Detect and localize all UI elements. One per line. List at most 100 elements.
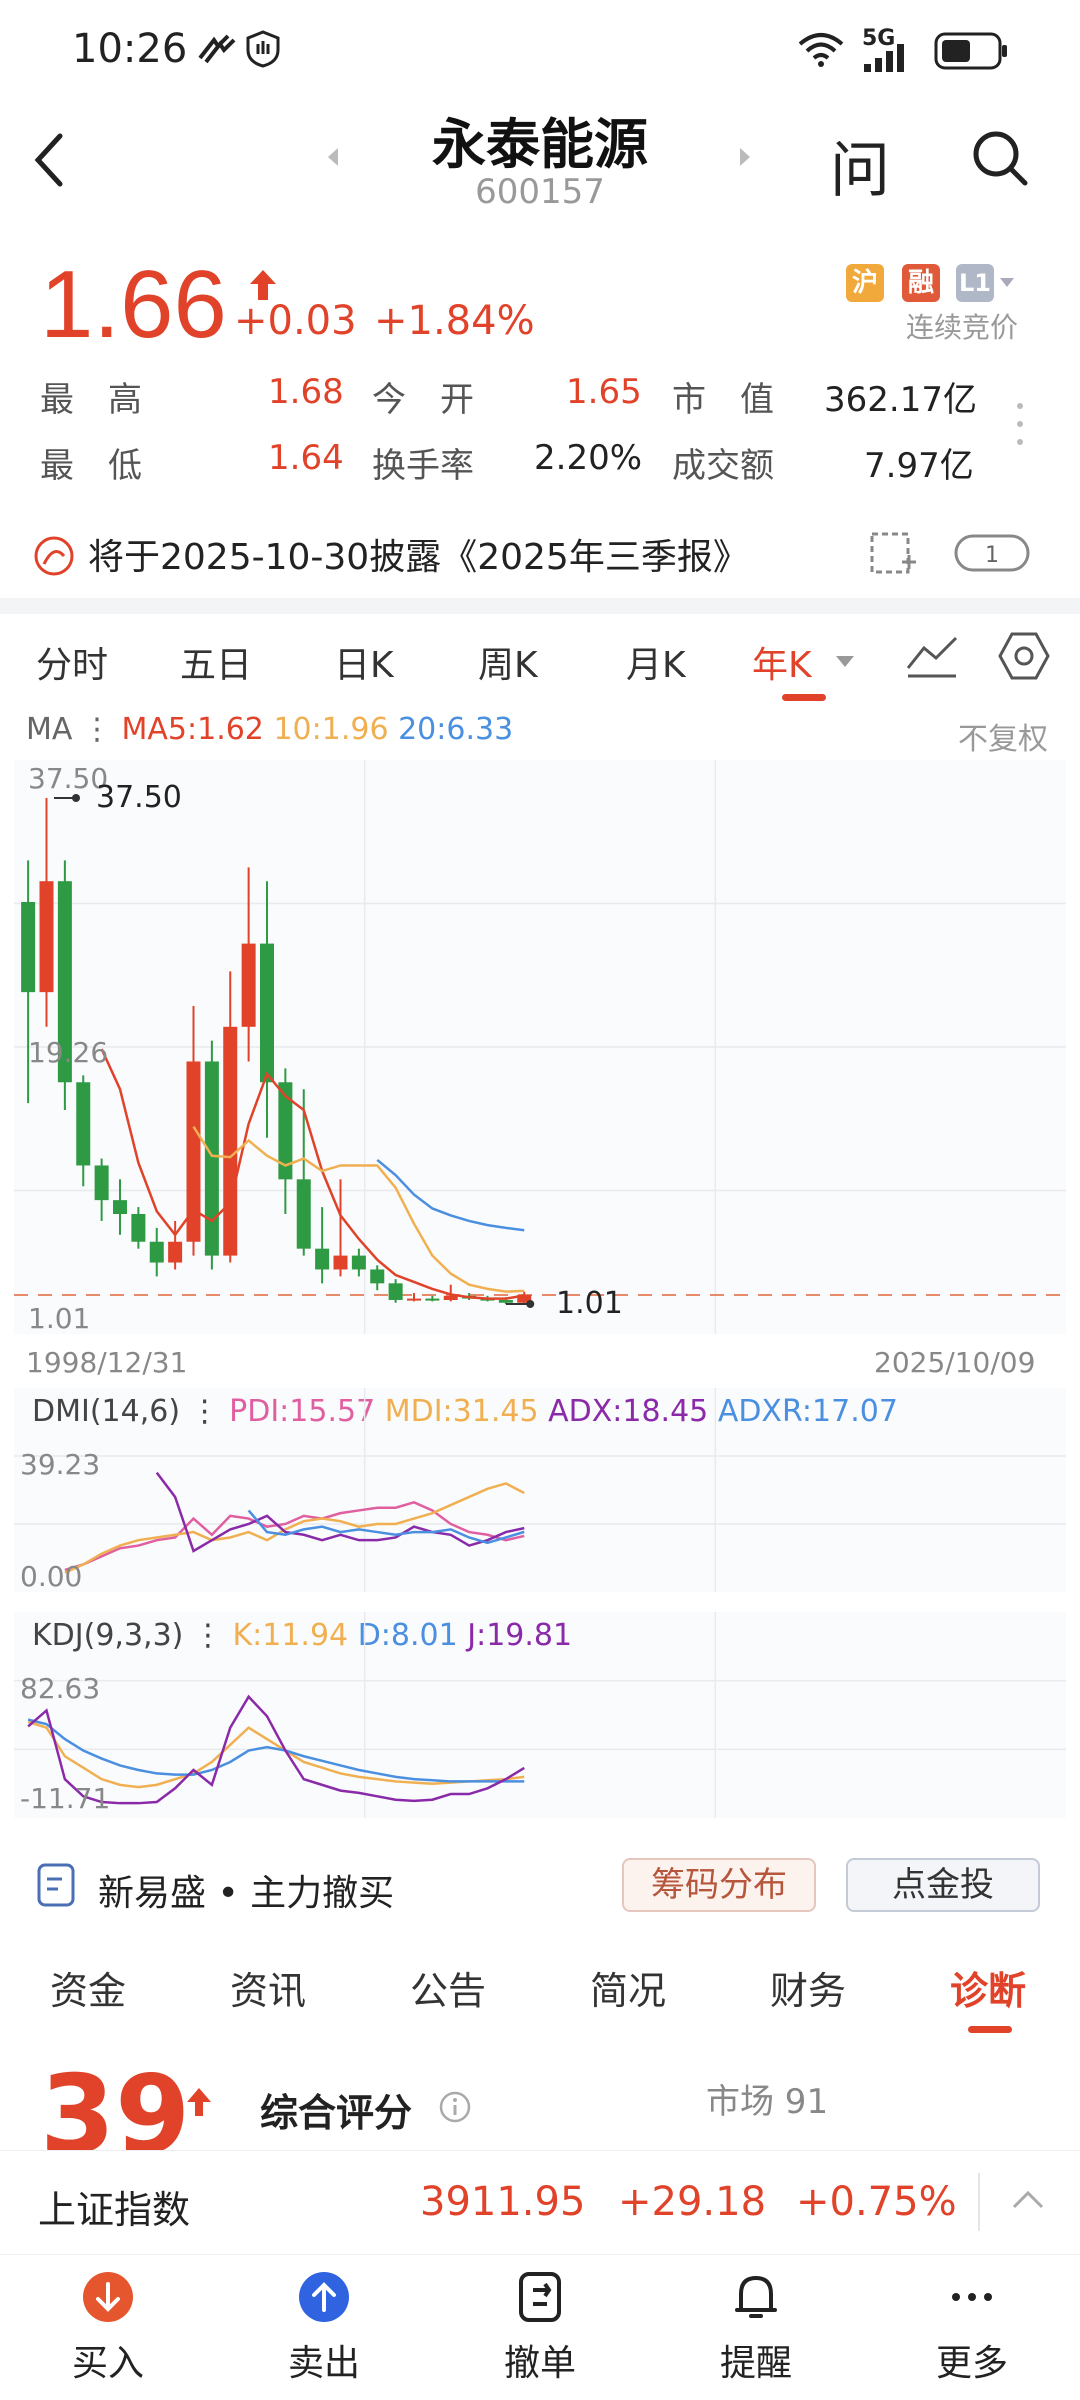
signal-text[interactable]: 新易盛 • 主力撤买 [98,1864,394,1916]
candle-body [296,1179,311,1249]
next-stock-icon[interactable] [740,148,750,166]
tab-monthly[interactable]: 月K [626,636,686,688]
chip-distribution-button[interactable]: 筹码分布 [622,1858,816,1912]
ma5-value: MA5:1.62 [121,712,264,747]
dmi-chart[interactable] [14,1388,1066,1592]
candle-body [370,1269,385,1284]
index-change: +29.18 [618,2179,767,2225]
ma10-value: 10:1.96 [273,712,389,747]
stat-label-low: 最 低 [40,446,142,486]
add-note-icon[interactable] [868,528,918,578]
gold-invest-button[interactable]: 点金投 [846,1858,1040,1912]
more-stats-icon[interactable] [1014,400,1026,448]
status-time: 10:26 [72,26,188,72]
more-label: 更多 [935,2343,1008,2384]
min-price-label: 1.01 [556,1286,623,1321]
battery-icon [934,32,1007,70]
kline-chart[interactable] [14,760,1066,1334]
candle-body [204,1061,219,1256]
candle-body [333,1255,348,1270]
settings-icon[interactable] [998,630,1050,682]
info-icon[interactable] [438,2090,472,2124]
candle-body [94,1165,109,1201]
tab-announcements[interactable]: 公告 [410,1960,486,2015]
sell-button[interactable]: 卖出 [254,2270,394,2386]
period-dropdown-icon[interactable] [836,656,854,667]
min-marker-dot [526,1300,535,1308]
tab-yearly[interactable]: 年K [752,636,812,688]
buy-icon [83,2272,133,2322]
signal-icon [864,44,904,72]
tab-intraday[interactable]: 分时 [36,636,108,688]
page-indicator-icon[interactable]: 1 [954,534,1030,572]
candle-body [76,1082,91,1166]
badge-level[interactable]: L1 [956,264,994,302]
tab-profile[interactable]: 简况 [590,1960,666,2015]
badge-sh: 沪 [846,264,884,302]
kdj-chart[interactable] [14,1612,1066,1818]
status-bar: 10:26 5G [0,0,1080,100]
axis-mid-label: 19.26 [28,1036,109,1069]
candle-body [39,881,54,993]
tab-5day[interactable]: 五日 [180,636,252,688]
candle-body [168,1241,183,1263]
score-label: 综合评分 [260,2091,413,2135]
start-date: 1998/12/31 [26,1346,188,1379]
more-button[interactable]: 更多 [902,2270,1042,2386]
stock-code: 600157 [475,172,605,212]
kdj-axis-top: 82.63 [20,1672,101,1705]
stock-name: 永泰能源 [432,113,648,176]
candle-body [351,1255,366,1270]
candle-body [407,1298,421,1301]
candle-body [223,1026,238,1256]
candle-body [131,1214,146,1242]
alert-button[interactable]: 提醒 [686,2270,826,2386]
stat-value-amount: 7.97亿 [864,446,974,486]
alert-label: 提醒 [719,2343,792,2384]
stat-label-turnover: 换手率 [372,446,474,486]
index-ticker-bar[interactable]: 上证指数 3911.95 +29.18 +0.75% [0,2150,1080,2254]
trade-mode: 连续竞价 [906,311,1019,344]
buy-button[interactable]: 买入 [38,2270,178,2386]
candle-body [149,1241,164,1263]
cancel-order-label: 撤单 [503,2343,576,2384]
drawing-tool-icon[interactable] [904,632,960,680]
badge-dropdown-icon[interactable] [1000,278,1014,287]
ask-button[interactable]: 问 [830,122,890,209]
index-pct: +0.75% [796,2179,957,2225]
tab-news[interactable]: 资讯 [230,1960,306,2015]
stat-label-mktcap: 市 值 [672,380,774,420]
stat-value-high: 1.68 [268,372,344,412]
stat-value-low: 1.64 [268,438,344,478]
candle-body [498,1299,513,1303]
tab-diagnosis[interactable]: 诊断 [950,1960,1026,2015]
stat-label-open: 今 开 [372,380,474,420]
axis-bottom-label: 1.01 [28,1302,91,1335]
report-notice[interactable]: 将于2025-10-30披露《2025年三季报》 [88,528,749,580]
tab-financials[interactable]: 财务 [770,1960,846,2015]
tab-funds[interactable]: 资金 [50,1960,126,2015]
tab-weekly[interactable]: 周K [478,636,538,688]
wifi-icon [798,33,844,67]
score-up-icon [187,2088,211,2116]
signal-doc-icon [37,1863,75,1907]
section-divider [0,598,1080,614]
candle-body [425,1298,440,1301]
market-score: 市场 91 [706,2082,829,2122]
chevron-up-icon[interactable] [1010,2187,1046,2211]
index-divider [978,2173,980,2231]
tab-daily[interactable]: 日K [334,636,394,688]
ma-prefix: MA [26,712,73,747]
ma5-line [100,1048,525,1300]
ma20-value: 20:6.33 [398,712,514,747]
score-value: 39 [40,2060,191,2150]
adjust-mode[interactable]: 不复权 [958,714,1048,758]
candle-body [21,902,36,993]
price-change-pct: +1.84% [374,298,535,344]
score-section[interactable]: 39 综合评分 市场 91 [0,2060,1080,2150]
cancel-order-button[interactable]: 撤单 [470,2270,610,2386]
report-icon [34,536,74,576]
candle-body [443,1295,458,1300]
search-icon[interactable] [970,128,1030,188]
stat-value-mktcap: 362.17亿 [824,380,977,420]
